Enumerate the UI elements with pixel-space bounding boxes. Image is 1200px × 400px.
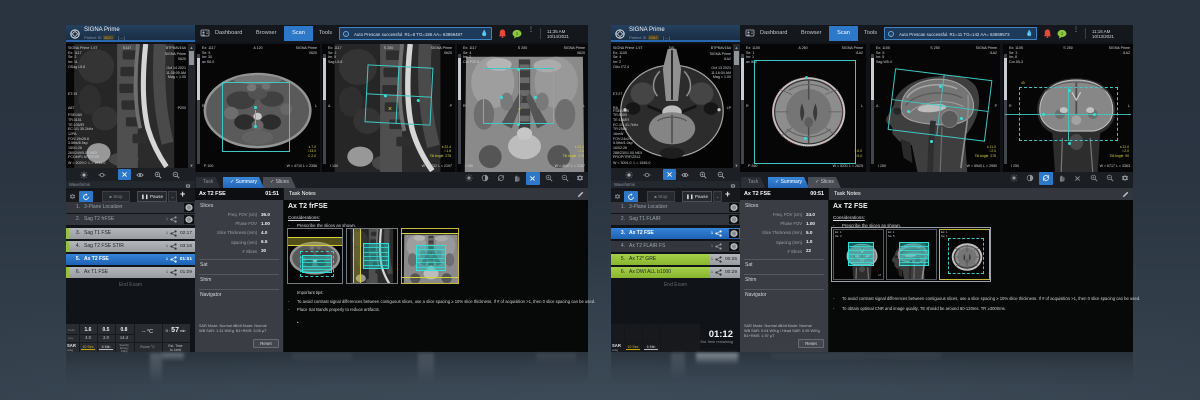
svg-text:1: 1 — [1061, 31, 1064, 36]
svg-text:1: 1 — [516, 31, 519, 36]
